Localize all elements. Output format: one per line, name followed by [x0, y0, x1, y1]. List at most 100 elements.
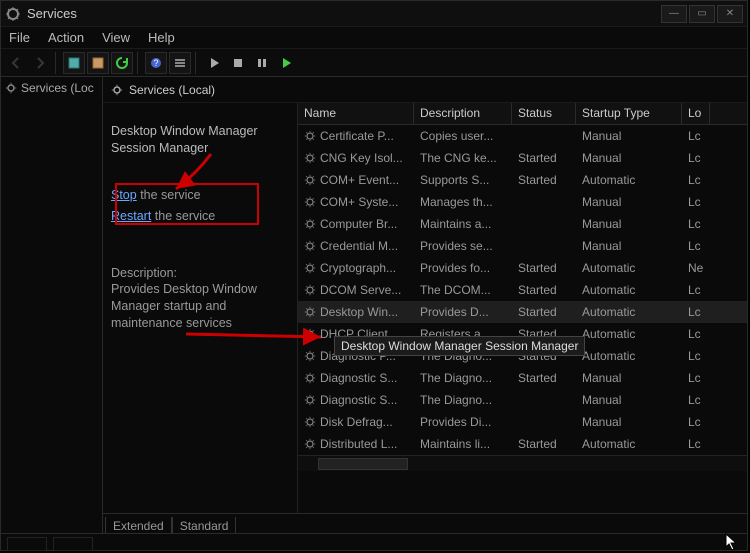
maximize-button[interactable]: ▭: [689, 5, 715, 23]
cell-startup: Manual: [576, 415, 682, 429]
cell-logon: Lc: [682, 195, 710, 209]
close-button[interactable]: ✕: [717, 5, 743, 23]
cell-startup: Automatic: [576, 261, 682, 275]
tree-pane[interactable]: Services (Loc: [1, 77, 103, 533]
tab-standard[interactable]: Standard: [172, 517, 237, 533]
cell-name: Distributed L...: [298, 437, 414, 451]
service-row[interactable]: COM+ Syste...Manages th...ManualLc: [298, 191, 747, 213]
toolbar: ?: [1, 49, 747, 77]
cell-description: Maintains a...: [414, 217, 512, 231]
cell-name: Cryptograph...: [298, 261, 414, 275]
services-window: Services — ▭ ✕ File Action View Help ?: [0, 0, 748, 551]
gear-icon: [304, 372, 316, 384]
cell-description: Maintains li...: [414, 437, 512, 451]
menu-file[interactable]: File: [9, 30, 30, 45]
cell-startup: Automatic: [576, 305, 682, 319]
cell-startup: Manual: [576, 195, 682, 209]
titlebar[interactable]: Services — ▭ ✕: [1, 1, 747, 27]
stop-service-link[interactable]: Stop: [111, 188, 137, 202]
cell-description: Provides D...: [414, 305, 512, 319]
cell-logon: Lc: [682, 217, 710, 231]
services-app-icon: [5, 6, 21, 22]
cell-startup: Manual: [576, 217, 682, 231]
service-row[interactable]: Distributed L...Maintains li...StartedAu…: [298, 433, 747, 455]
cell-status: Started: [512, 283, 576, 297]
minimize-button[interactable]: —: [661, 5, 687, 23]
service-row[interactable]: Cryptograph...Provides fo...StartedAutom…: [298, 257, 747, 279]
column-name[interactable]: Name: [298, 103, 414, 124]
gear-icon: [304, 130, 316, 142]
horizontal-scrollbar[interactable]: [298, 455, 747, 471]
cell-status: Started: [512, 173, 576, 187]
gear-icon: [111, 84, 123, 96]
column-logon[interactable]: Lo: [682, 103, 710, 124]
service-row[interactable]: Desktop Win...Provides D...StartedAutoma…: [298, 301, 747, 323]
service-row[interactable]: Certificate P...Copies user...ManualLc: [298, 125, 747, 147]
cell-logon: Lc: [682, 305, 710, 319]
column-description[interactable]: Description: [414, 103, 512, 124]
cell-description: Supports S...: [414, 173, 512, 187]
cell-logon: Lc: [682, 327, 710, 341]
gear-icon: [304, 174, 316, 186]
help-button[interactable]: ?: [145, 52, 167, 74]
cell-logon: Ne: [682, 261, 710, 275]
cell-description: Provides Di...: [414, 415, 512, 429]
cell-logon: Lc: [682, 349, 710, 363]
cell-name: Certificate P...: [298, 129, 414, 143]
gear-icon: [304, 262, 316, 274]
content-area: Services (Loc Services (Local) Desktop W…: [1, 77, 747, 533]
cell-startup: Manual: [576, 393, 682, 407]
cell-description: The CNG ke...: [414, 151, 512, 165]
column-status[interactable]: Status: [512, 103, 576, 124]
description-label: Description:: [111, 265, 289, 282]
cell-status: Started: [512, 437, 576, 451]
cell-description: Copies user...: [414, 129, 512, 143]
column-startup-type[interactable]: Startup Type: [576, 103, 682, 124]
services-grid[interactable]: Name Description Status Startup Type Lo …: [297, 103, 747, 513]
properties-button[interactable]: [63, 52, 85, 74]
restart-service-link[interactable]: Restart: [111, 209, 151, 223]
cell-startup: Manual: [576, 129, 682, 143]
cell-name: COM+ Event...: [298, 173, 414, 187]
menu-action[interactable]: Action: [48, 30, 84, 45]
service-row[interactable]: COM+ Event...Supports S...StartedAutomat…: [298, 169, 747, 191]
stop-service-button[interactable]: [227, 52, 249, 74]
pane-header: Services (Local): [103, 77, 747, 103]
refresh-button[interactable]: [111, 52, 133, 74]
cell-description: The Diagno...: [414, 393, 512, 407]
tree-root-services[interactable]: Services (Loc: [5, 81, 98, 95]
export-button[interactable]: [87, 52, 109, 74]
cell-name: COM+ Syste...: [298, 195, 414, 209]
service-row[interactable]: CNG Key Isol...The CNG ke...StartedManua…: [298, 147, 747, 169]
service-row[interactable]: Credential M...Provides se...ManualLc: [298, 235, 747, 257]
menu-help[interactable]: Help: [148, 30, 175, 45]
service-row[interactable]: Computer Br...Maintains a...ManualLc: [298, 213, 747, 235]
tab-extended[interactable]: Extended: [105, 517, 172, 533]
cell-startup: Automatic: [576, 283, 682, 297]
service-row[interactable]: Disk Defrag...Provides Di...ManualLc: [298, 411, 747, 433]
restart-service-button[interactable]: [275, 52, 297, 74]
cell-logon: Lc: [682, 151, 710, 165]
cell-name: Desktop Win...: [298, 305, 414, 319]
start-service-button[interactable]: [203, 52, 225, 74]
cell-logon: Lc: [682, 393, 710, 407]
svg-text:?: ?: [153, 58, 158, 68]
pause-service-button[interactable]: [251, 52, 273, 74]
gear-icon: [304, 218, 316, 230]
grid-header[interactable]: Name Description Status Startup Type Lo: [298, 103, 747, 125]
detail-panel: Desktop Window Manager Session Manager S…: [103, 103, 297, 513]
cell-description: Provides se...: [414, 239, 512, 253]
gear-icon: [304, 152, 316, 164]
cell-description: Provides fo...: [414, 261, 512, 275]
gear-icon: [304, 196, 316, 208]
service-row[interactable]: Diagnostic S...The Diagno...ManualLc: [298, 389, 747, 411]
menu-view[interactable]: View: [102, 30, 130, 45]
view-tabs: Extended Standard: [103, 513, 747, 533]
service-row[interactable]: Diagnostic S...The Diagno...StartedManua…: [298, 367, 747, 389]
description-text: Provides Desktop Window Manager startup …: [111, 281, 289, 332]
gear-icon: [304, 438, 316, 450]
list-button[interactable]: [169, 52, 191, 74]
cell-name: DCOM Serve...: [298, 283, 414, 297]
cell-startup: Automatic: [576, 349, 682, 363]
service-row[interactable]: DCOM Serve...The DCOM...StartedAutomatic…: [298, 279, 747, 301]
